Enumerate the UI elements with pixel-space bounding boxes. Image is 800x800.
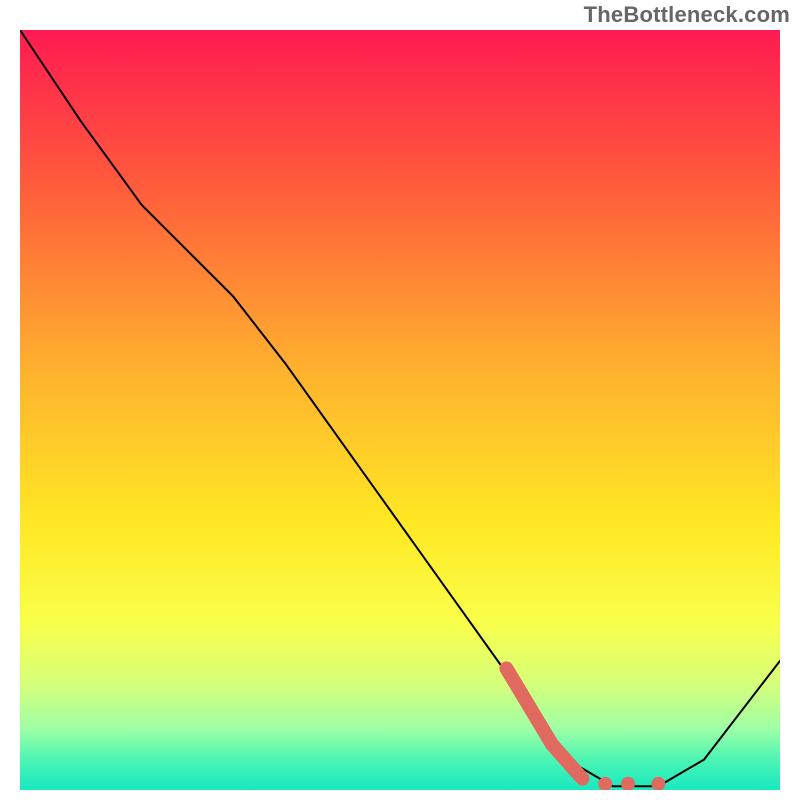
watermark-text: TheBottleneck.com <box>584 2 790 28</box>
plot-area <box>20 30 780 790</box>
gradient-background <box>20 30 780 790</box>
highlight-dots-group <box>598 777 665 790</box>
chart-container: TheBottleneck.com <box>0 0 800 800</box>
chart-svg <box>20 30 780 790</box>
